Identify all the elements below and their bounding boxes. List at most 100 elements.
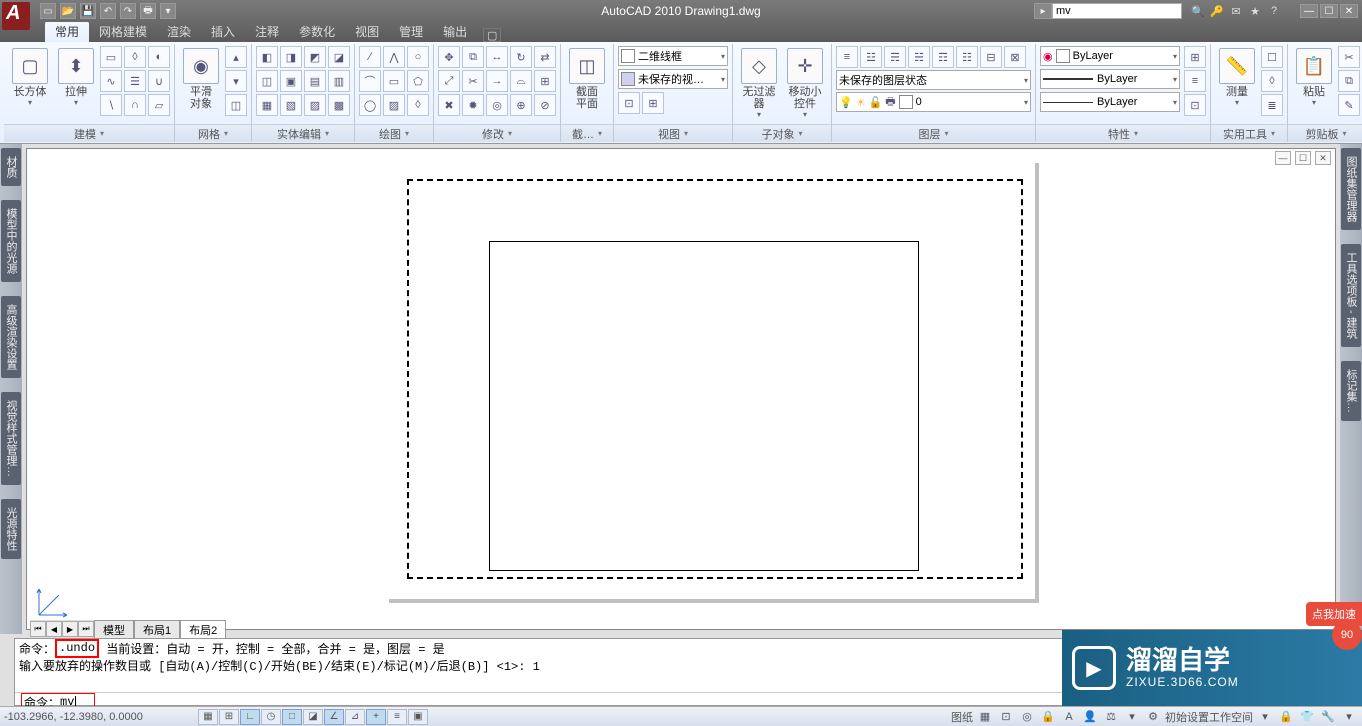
left-palette-4[interactable]: 光源特性 [1,499,21,559]
sb-lock2-icon[interactable]: 🔒 [1277,709,1295,725]
rotate-icon[interactable]: ↻ [510,46,532,68]
panel-solidedit-title[interactable]: 实体编辑 [252,124,354,142]
qat-print-icon[interactable]: 🖶 [140,3,156,19]
qat-dropdown-icon[interactable]: ▾ [160,3,176,19]
loft-icon[interactable]: ☰ [124,70,146,92]
panel-modeling-title[interactable]: 建模 [4,124,174,142]
se-6-icon[interactable]: ▣ [280,70,302,92]
polysolid-icon[interactable]: ▭ [100,46,122,68]
region-icon[interactable]: ◊ [407,94,429,116]
layout-tab-1[interactable]: 布局1 [134,620,180,639]
visual-style-combo[interactable]: 二维线框▾ [618,46,728,66]
3dosnap-toggle[interactable]: ◪ [303,709,323,725]
fillet-icon[interactable]: ⌓ [510,70,532,92]
color-combo[interactable]: ◉ByLayer▾ [1040,46,1180,66]
nofilter-button[interactable]: ◇无过滤器▾ [737,46,781,121]
se-7-icon[interactable]: ▤ [304,70,326,92]
left-palette-0[interactable]: 材质 [1,148,21,186]
layer-btn8[interactable]: ⊠ [1004,46,1026,68]
extrude-button[interactable]: ⬍拉伸▾ [54,46,98,109]
saved-view-combo[interactable]: 未保存的视…▾ [618,69,728,89]
sb-menu-icon[interactable]: ▾ [1340,709,1358,725]
se-9-icon[interactable]: ▦ [256,94,278,116]
close-button[interactable]: ✕ [1340,4,1358,18]
se-8-icon[interactable]: ▥ [328,70,350,92]
layer-btn7[interactable]: ⊟ [980,46,1002,68]
mesh-refine-icon[interactable]: ◫ [225,94,247,116]
layer-btn1[interactable]: ≡ [836,46,858,68]
se-11-icon[interactable]: ▨ [304,94,326,116]
ribbon-tab-8[interactable]: 输出 [433,21,477,42]
trim-icon[interactable]: ✂ [462,70,484,92]
sb-ann-icon[interactable]: A [1060,709,1078,725]
line-icon[interactable]: ∕ [359,46,381,68]
layer-btn3[interactable]: ☴ [884,46,906,68]
ribbon-tab-7[interactable]: 管理 [389,21,433,42]
sb-ws-icon[interactable]: ⚙ [1144,709,1162,725]
sb-person-icon[interactable]: 👤 [1081,709,1099,725]
layout-tab-0[interactable]: 模型 [94,620,134,639]
break-icon[interactable]: ⊘ [534,94,556,116]
infocenter-key-icon[interactable]: 🔑 [1209,3,1225,19]
layout-last-button[interactable]: ⏭ [78,621,94,637]
copy-clip-icon[interactable]: ⧉ [1338,70,1360,92]
planesurf-icon[interactable]: ▱ [148,94,170,116]
sb-max-icon[interactable]: ⊡ [997,709,1015,725]
revolve-icon[interactable]: ◐ [148,46,170,68]
viewport-rect[interactable] [489,241,919,571]
box-button[interactable]: ▢长方体▾ [8,46,52,109]
ribbon-tab-0[interactable]: 常用 [45,21,89,42]
ribbon-tab-4[interactable]: 注释 [245,21,289,42]
watermark-banner[interactable]: ▶ 溜溜自学 ZIXUE.3D66.COM [1062,630,1362,706]
layer-btn5[interactable]: ☶ [932,46,954,68]
ortho-toggle[interactable]: ∟ [240,709,260,725]
rect-icon[interactable]: ▭ [383,70,405,92]
se-1-icon[interactable]: ◧ [256,46,278,68]
qp-toggle[interactable]: ▣ [408,709,428,725]
array-icon[interactable]: ⊞ [534,70,556,92]
otrack-toggle[interactable]: ∠ [324,709,344,725]
se-2-icon[interactable]: ◨ [280,46,302,68]
drawing-canvas[interactable]: — ☐ ✕ [26,148,1336,630]
util-btn2[interactable]: ◊ [1261,70,1283,92]
layer-combo[interactable]: 💡☀🔓🖶0▾ [836,92,1031,112]
sb-tool-icon[interactable]: 🔧 [1319,709,1337,725]
layout-first-button[interactable]: ⏮ [30,621,46,637]
match-icon[interactable]: ✎ [1338,94,1360,116]
panel-clip-title[interactable]: 剪贴板 [1288,124,1362,142]
erase-icon[interactable]: ✖ [438,94,460,116]
infocenter-comm-icon[interactable]: ✉ [1228,3,1244,19]
right-palette-0[interactable]: 图纸集管理器 [1341,148,1361,230]
mesh-less-icon[interactable]: ▾ [225,70,247,92]
linetype-combo[interactable]: ByLayer▾ [1040,92,1180,112]
ribbon-tab-3[interactable]: 插入 [201,21,245,42]
mirror-icon[interactable]: ⇄ [534,46,556,68]
stretch-icon[interactable]: ↔ [486,46,508,68]
polar-toggle[interactable]: ◷ [261,709,281,725]
ribbon-extra-button[interactable]: ▢ [483,28,501,42]
panel-layers-title[interactable]: 图层 [832,124,1035,142]
sb-ws-dd[interactable]: ▾ [1256,709,1274,725]
qat-open-icon[interactable]: 📂 [60,3,76,19]
sb-scale-icon[interactable]: ▾ [1123,709,1141,725]
panel-subobj-title[interactable]: 子对象 [733,124,831,142]
union-icon[interactable]: ∪ [148,70,170,92]
sb-nav-icon[interactable]: ◎ [1018,709,1036,725]
search-input[interactable] [1052,3,1182,19]
explode-icon[interactable]: ✹ [462,94,484,116]
canvas-close-button[interactable]: ✕ [1315,151,1331,165]
grid-toggle[interactable]: ⊞ [219,709,239,725]
qat-save-icon[interactable]: 💾 [80,3,96,19]
right-palette-2[interactable]: 标记集… [1341,361,1361,421]
ducs-toggle[interactable]: ⊿ [345,709,365,725]
se-3-icon[interactable]: ◩ [304,46,326,68]
se-4-icon[interactable]: ◪ [328,46,350,68]
se-12-icon[interactable]: ▩ [328,94,350,116]
layout-prev-button[interactable]: ◀ [46,621,62,637]
move-gizmo-button[interactable]: ✛移动小控件▾ [783,46,827,121]
right-palette-1[interactable]: 工具选项板 - 建筑 [1341,244,1361,347]
panel-view-title[interactable]: 视图 [614,124,732,142]
ribbon-tab-6[interactable]: 视图 [345,21,389,42]
panel-section-title[interactable]: 截… [561,124,613,142]
left-palette-3[interactable]: 视觉样式管理… [1,392,21,485]
